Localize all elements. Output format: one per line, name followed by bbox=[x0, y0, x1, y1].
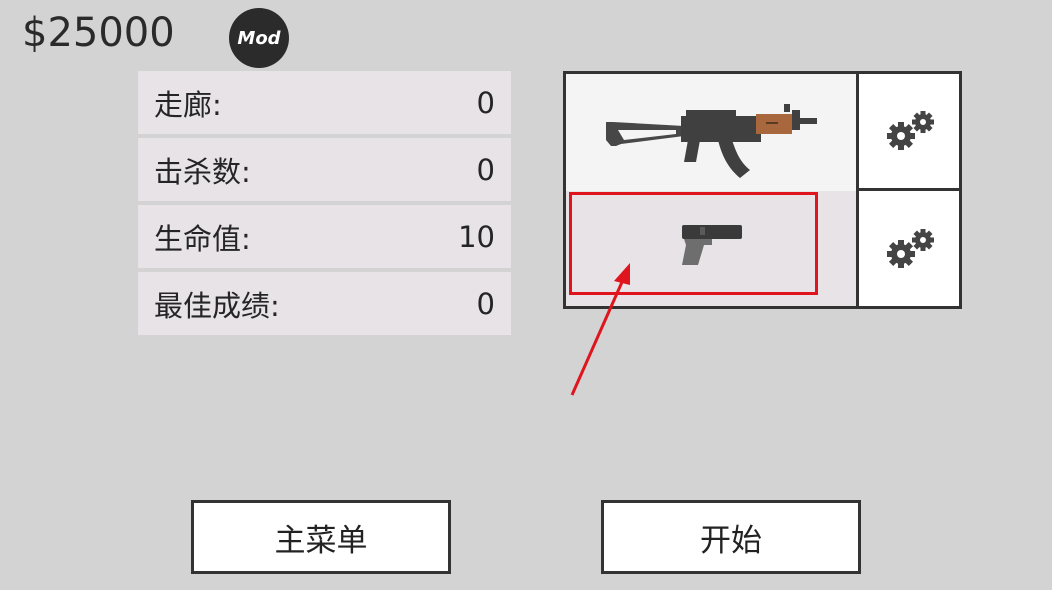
stat-row-corridor: 走廊: 0 bbox=[138, 71, 511, 134]
money-display: $25000 bbox=[22, 10, 175, 56]
stat-value: 10 bbox=[458, 219, 495, 254]
stat-row-health: 生命值: 10 bbox=[138, 205, 511, 268]
annotation-arrow bbox=[570, 263, 630, 396]
main-menu-button[interactable]: 主菜单 bbox=[191, 500, 451, 574]
stat-value: 0 bbox=[476, 152, 495, 187]
weapon-settings-button-primary[interactable] bbox=[862, 74, 959, 188]
stat-value: 0 bbox=[476, 286, 495, 321]
gears-icon bbox=[886, 111, 934, 150]
assault-rifle-icon bbox=[606, 104, 817, 178]
stat-label: 生命值: bbox=[154, 221, 251, 256]
weapon-slot-primary[interactable] bbox=[566, 74, 859, 191]
stat-label: 走廊: bbox=[154, 87, 222, 122]
mod-badge[interactable]: Mod bbox=[229, 8, 289, 68]
weapon-settings-button-secondary[interactable] bbox=[862, 191, 959, 306]
stat-row-kills: 击杀数: 0 bbox=[138, 138, 511, 201]
stat-label: 击杀数: bbox=[154, 154, 251, 189]
gears-icon bbox=[886, 228, 934, 268]
stat-value: 0 bbox=[476, 85, 495, 120]
stat-label: 最佳成绩: bbox=[154, 288, 280, 323]
start-button[interactable]: 开始 bbox=[601, 500, 861, 574]
stat-row-best-score: 最佳成绩: 0 bbox=[138, 272, 511, 335]
